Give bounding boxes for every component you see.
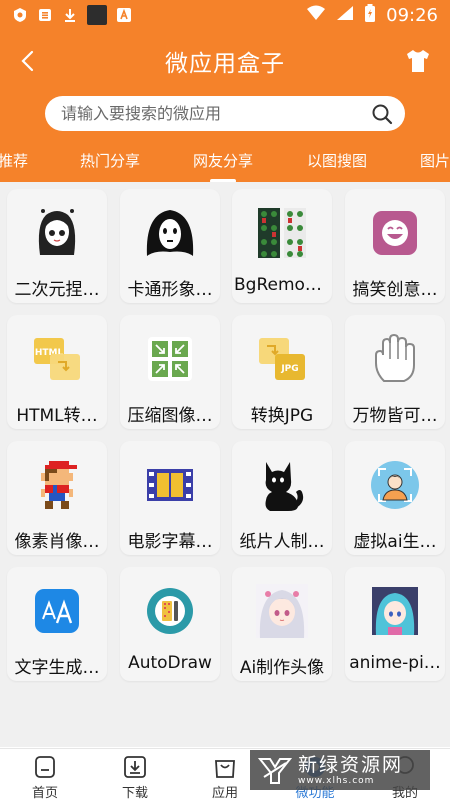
watermark-url: www.xlhs.com xyxy=(298,776,375,786)
app-card[interactable]: anime-pi… xyxy=(345,567,445,681)
home-icon xyxy=(35,756,55,778)
app-label: 万物皆可… xyxy=(352,406,438,426)
watermark: 新绿资源网 www.xlhs.com xyxy=(250,750,430,790)
search-icon[interactable] xyxy=(371,103,393,125)
autodraw-icon xyxy=(140,581,200,641)
app-card[interactable]: 像素肖像… xyxy=(7,441,107,555)
anime-picture-icon xyxy=(365,581,425,641)
bg-remove-icon xyxy=(252,203,312,263)
wifi-icon xyxy=(306,5,326,26)
app-card[interactable]: HTML HTML转… xyxy=(7,315,107,429)
laughing-face-icon xyxy=(365,203,425,263)
search-input[interactable] xyxy=(61,104,371,123)
app-label: 卡通形象… xyxy=(127,280,213,300)
theme-shirt-button[interactable] xyxy=(404,47,432,75)
nav-download[interactable]: 下载 xyxy=(90,749,180,800)
chevron-left-icon xyxy=(21,50,34,72)
tab-image-search[interactable]: 以图搜图 xyxy=(307,150,367,171)
font-app-icon xyxy=(116,7,132,23)
search-box[interactable] xyxy=(45,96,405,131)
app-label: 电影字幕… xyxy=(127,532,213,552)
app-label: 文字生成… xyxy=(14,658,100,678)
anime-girl-icon xyxy=(27,203,87,263)
battery-icon xyxy=(364,3,376,27)
app-label: BgRemov… xyxy=(234,275,330,295)
app-card[interactable]: 搞笑创意… xyxy=(345,189,445,303)
hand-icon xyxy=(365,329,425,389)
notification-app-icon xyxy=(37,7,53,23)
clock: 09:26 xyxy=(386,4,438,26)
jpg-icon-text: JPG xyxy=(280,364,298,374)
nav-label: 首页 xyxy=(31,786,58,800)
app-card[interactable]: 万物皆可… xyxy=(345,315,445,429)
app-card[interactable]: 文字生成… xyxy=(7,567,107,681)
tab-images[interactable]: 图片 xyxy=(420,150,450,171)
shield-icon xyxy=(12,7,28,23)
page-title: 微应用盒子 xyxy=(165,51,285,77)
black-cat-icon xyxy=(252,455,312,515)
app-card[interactable]: 纸片人制… xyxy=(232,441,332,555)
status-bar: 09:26 xyxy=(0,0,450,30)
app-label: anime-pi… xyxy=(349,653,441,673)
ai-portrait-icon xyxy=(252,581,312,641)
text-font-icon xyxy=(27,581,87,641)
app-label: 虚拟ai生… xyxy=(353,532,437,552)
app-card[interactable]: JPG 转换JPG xyxy=(232,315,332,429)
app-card[interactable]: 卡通形象… xyxy=(120,189,220,303)
nav-label: 下载 xyxy=(121,786,148,800)
app-card[interactable]: AutoDraw xyxy=(120,567,220,681)
app-card[interactable]: 二次元捏… xyxy=(7,189,107,303)
tab-hot-share[interactable]: 热门分享 xyxy=(80,150,140,171)
shopping-bag-icon xyxy=(215,760,235,778)
download-icon xyxy=(62,7,78,23)
app-header: 微应用盒子 推荐 热门分享 网友分享 以图搜图 图片 xyxy=(0,30,450,182)
app-card[interactable]: Ai制作头像 xyxy=(232,567,332,681)
film-strip-icon xyxy=(140,455,200,515)
ai-avatar-icon xyxy=(365,455,425,515)
app-card[interactable]: 虚拟ai生… xyxy=(345,441,445,555)
nav-home[interactable]: 首页 xyxy=(0,749,90,800)
app-label: 二次元捏… xyxy=(14,280,100,300)
app-label: Ai制作头像 xyxy=(239,658,325,678)
app-label: 搞笑创意… xyxy=(352,280,438,300)
watermark-logo-icon xyxy=(258,758,292,784)
tab-user-share[interactable]: 网友分享 xyxy=(193,150,253,171)
app-label: 像素肖像… xyxy=(14,532,100,552)
tshirt-icon xyxy=(407,50,429,72)
download-icon xyxy=(124,756,146,778)
back-button[interactable] xyxy=(14,46,42,76)
app-grid: 二次元捏… 卡通形象… BgRemov… 搞笑创意… HTML HTML转… 压… xyxy=(0,182,450,747)
category-tabs: 推荐 热门分享 网友分享 以图搜图 图片 xyxy=(0,144,450,182)
html-convert-icon: HTML xyxy=(27,329,87,389)
pixel-mario-icon xyxy=(27,455,87,515)
jpg-convert-icon: JPG xyxy=(252,329,312,389)
tab-recommend[interactable]: 推荐 xyxy=(0,150,28,171)
app-card[interactable]: BgRemov… xyxy=(232,189,332,303)
cartoon-ghost-icon xyxy=(140,203,200,263)
app-card[interactable]: 压缩图像… xyxy=(120,315,220,429)
watermark-text: 新绿资源网 xyxy=(298,754,404,776)
app-thumbnail-icon xyxy=(87,5,107,25)
nav-label: 应用 xyxy=(211,786,238,800)
app-label: 压缩图像… xyxy=(127,406,213,426)
compress-image-icon xyxy=(140,329,200,389)
app-card[interactable]: 电影字幕… xyxy=(120,441,220,555)
app-label: 转换JPG xyxy=(250,406,314,426)
app-label: AutoDraw xyxy=(128,653,212,673)
app-label: 纸片人制… xyxy=(239,532,325,552)
app-label: HTML转… xyxy=(16,406,98,426)
signal-icon xyxy=(336,5,354,26)
